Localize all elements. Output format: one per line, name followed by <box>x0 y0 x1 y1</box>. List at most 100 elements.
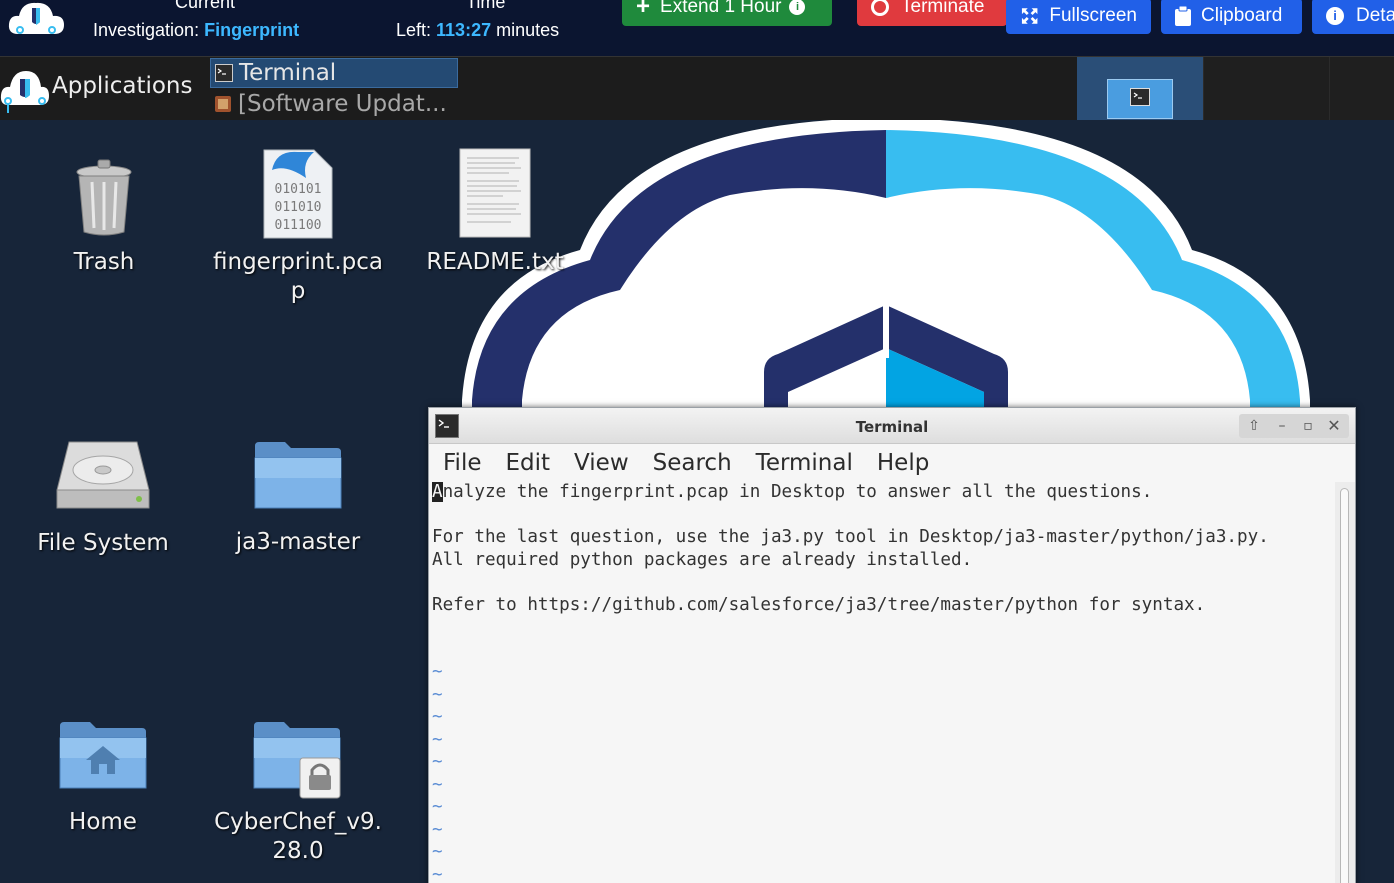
menu-search[interactable]: Search <box>653 450 732 476</box>
desktop-icon-readme[interactable]: README.txt <box>400 148 590 277</box>
maximize-icon[interactable]: ▫ <box>1299 417 1317 435</box>
empty-line-marker: ~ <box>432 820 443 840</box>
terminal-window: Terminal ⇧ – ▫ ✕ File Edit View Search T… <box>428 407 1356 883</box>
hard-drive-icon <box>56 441 150 509</box>
taskbar-item-label: [Software Updat... <box>238 91 447 117</box>
desktop-icon-label: File System <box>37 530 169 556</box>
time-label: Time <box>466 0 506 12</box>
time-left-value: 113:27 <box>436 20 492 40</box>
roll-up-icon[interactable]: ⇧ <box>1245 417 1263 435</box>
investigation-label: Investigation: Fingerprint <box>93 20 299 41</box>
desktop-icon-fingerprint-pcap[interactable]: 010101 011010 011100 fingerprint.pcap <box>203 148 393 306</box>
empty-line-marker: ~ <box>432 797 443 817</box>
cyberdefenders-logo-icon <box>8 2 64 34</box>
menu-file[interactable]: File <box>443 450 482 476</box>
desktop-icon-file-system[interactable]: File System <box>8 438 198 558</box>
terminal-line: All required python packages are already… <box>432 550 973 570</box>
empty-line-marker: ~ <box>432 752 443 772</box>
fullscreen-button[interactable]: Fullscreen <box>1006 0 1151 34</box>
extend-label: Extend 1 Hour <box>660 0 782 17</box>
empty-line-marker: ~ <box>432 662 443 682</box>
terminal-icon <box>1130 88 1150 106</box>
clipboard-button[interactable]: Clipboard <box>1161 0 1302 34</box>
menu-edit[interactable]: Edit <box>506 450 551 476</box>
time-left-label: Left: 113:27 minutes <box>396 20 559 41</box>
workspace-1[interactable] <box>1107 79 1173 119</box>
binary-file-icon: 010101 011010 011100 <box>263 149 333 239</box>
details-label: Deta <box>1356 5 1394 26</box>
fullscreen-label: Fullscreen <box>1049 5 1137 26</box>
trash-icon <box>76 159 132 236</box>
menu-view[interactable]: View <box>574 450 629 476</box>
info-icon: i <box>789 0 806 15</box>
terminal-line: Refer to https://github.com/salesforce/j… <box>432 595 1206 615</box>
empty-line-marker: ~ <box>432 707 443 727</box>
pcap-bits-1: 010101 <box>275 182 322 197</box>
desktop-icon-label: README.txt <box>426 249 564 275</box>
taskbar-item-terminal[interactable]: Terminal <box>210 58 458 88</box>
desktop: Trash 010101 011010 011100 fingerprint.p… <box>0 120 1394 883</box>
extend-hour-button[interactable]: + Extend 1 Hour i <box>622 0 832 26</box>
taskbar-item-software-update[interactable]: [Software Updat... <box>210 89 458 119</box>
taskbar-item-label: Terminal <box>239 60 337 86</box>
plus-icon: + <box>636 0 651 20</box>
investigation-name: Fingerprint <box>204 20 300 40</box>
desktop-icon-label: Home <box>69 809 137 835</box>
terminal-output[interactable]: Analyze the fingerprint.pcap in Desktop … <box>429 482 1337 883</box>
details-button[interactable]: i Deta <box>1312 0 1394 34</box>
expand-icon <box>1021 8 1038 24</box>
desktop-icon-ja3-master[interactable]: ja3-master <box>203 438 393 557</box>
workspace-switcher <box>1077 57 1203 121</box>
xfce-panel: Applications Terminal [Software Updat... <box>0 56 1394 121</box>
investigation-prefix: Investigation: <box>93 20 205 40</box>
applications-logo-icon <box>0 71 49 113</box>
time-left-prefix: Left: <box>396 20 437 40</box>
folder-icon <box>254 442 342 509</box>
empty-line-marker: ~ <box>432 865 443 883</box>
empty-line-marker: ~ <box>432 842 443 862</box>
software-update-icon <box>215 96 231 112</box>
clipboard-icon <box>1175 6 1191 26</box>
current-label: Current <box>175 0 236 12</box>
home-folder-icon <box>59 722 147 789</box>
desktop-icon-trash[interactable]: Trash <box>9 158 199 277</box>
pcap-bits-3: 011100 <box>275 218 322 233</box>
terminal-icon <box>215 64 233 82</box>
applications-label: Applications <box>52 73 193 99</box>
text-cursor: A <box>432 482 443 502</box>
desktop-icon-label: CyberChef_v9.28.0 <box>214 809 382 864</box>
investigation-bar: Current Investigation: Fingerprint Time … <box>0 0 1394 56</box>
terminal-line: Analyze the fingerprint.pcap in Desktop … <box>432 482 1152 502</box>
terminal-line: For the last question, use the ja3.py to… <box>432 527 1269 547</box>
desktop-icon-cyberchef[interactable]: CyberChef_v9.28.0 <box>203 718 393 866</box>
terminal-scrollbar[interactable] <box>1335 482 1355 883</box>
terminal-line-text: nalyze the fingerprint.pcap in Desktop t… <box>442 482 1153 502</box>
scrollbar-thumb[interactable] <box>1340 488 1349 883</box>
desktop-icon-label: fingerprint.pcap <box>213 249 383 304</box>
terminal-titlebar[interactable]: Terminal ⇧ – ▫ ✕ <box>429 408 1355 444</box>
panel-plugin-area <box>1203 57 1329 121</box>
terminal-menubar: File Edit View Search Terminal Help <box>429 444 1355 482</box>
pcap-bits-2: 011010 <box>275 200 322 215</box>
minimize-icon[interactable]: – <box>1273 417 1291 435</box>
power-icon <box>871 0 889 16</box>
minutes-suffix: minutes <box>491 20 560 40</box>
menu-terminal[interactable]: Terminal <box>756 450 853 476</box>
empty-line-marker: ~ <box>432 775 443 795</box>
menu-help[interactable]: Help <box>877 450 929 476</box>
text-file-icon <box>459 148 531 238</box>
applications-menu[interactable]: Applications <box>0 57 200 121</box>
close-icon[interactable]: ✕ <box>1325 417 1343 435</box>
desktop-icon-label: ja3-master <box>235 529 361 555</box>
empty-line-marker: ~ <box>432 730 443 750</box>
panel-plugin-area <box>1329 57 1394 121</box>
window-controls: ⇧ – ▫ ✕ <box>1239 414 1349 438</box>
terminate-button[interactable]: Terminate <box>857 0 1007 26</box>
empty-line-marker: ~ <box>432 685 443 705</box>
desktop-icon-label: Trash <box>73 249 135 275</box>
window-title: Terminal <box>855 418 929 436</box>
desktop-icon-home[interactable]: Home <box>8 718 198 837</box>
info-icon: i <box>1326 7 1344 25</box>
locked-folder-icon <box>253 722 341 799</box>
terminate-label: Terminate <box>901 0 985 17</box>
